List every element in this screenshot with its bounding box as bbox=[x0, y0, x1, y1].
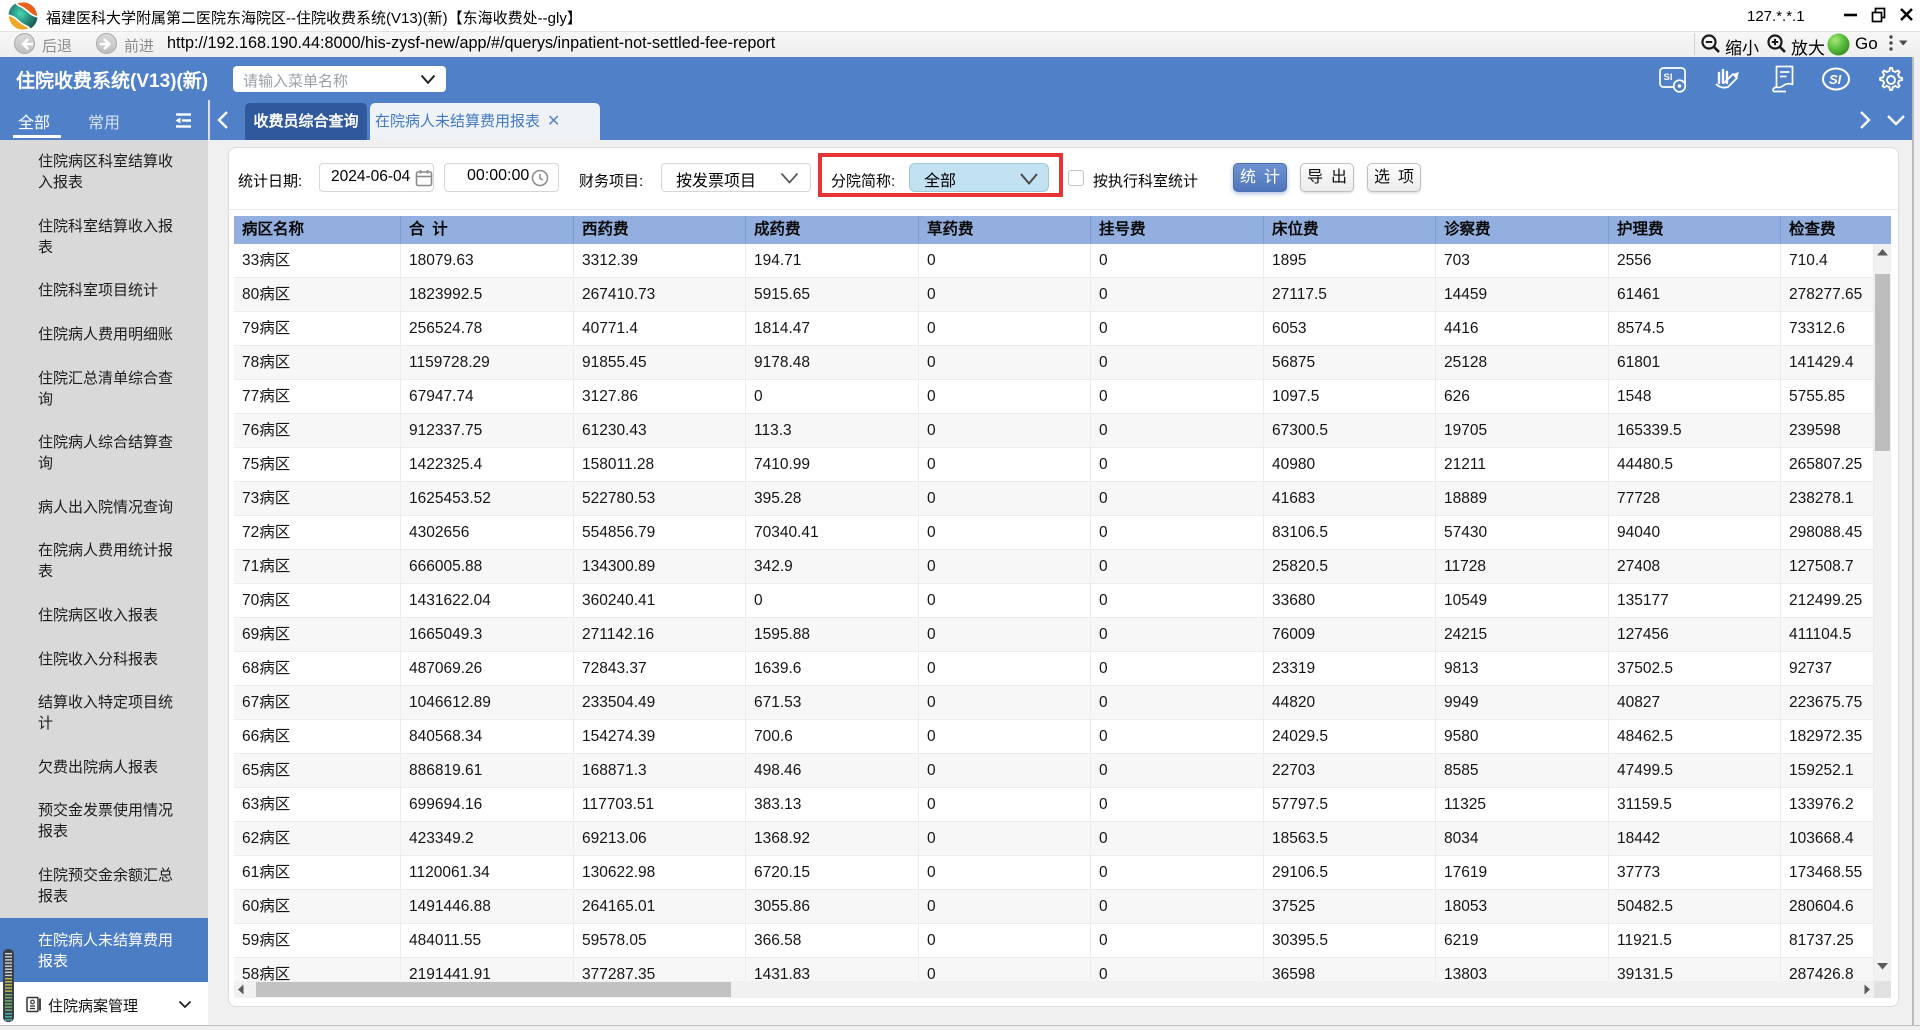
svg-text:SI: SI bbox=[1664, 72, 1673, 83]
svg-text:SI: SI bbox=[1829, 72, 1842, 87]
